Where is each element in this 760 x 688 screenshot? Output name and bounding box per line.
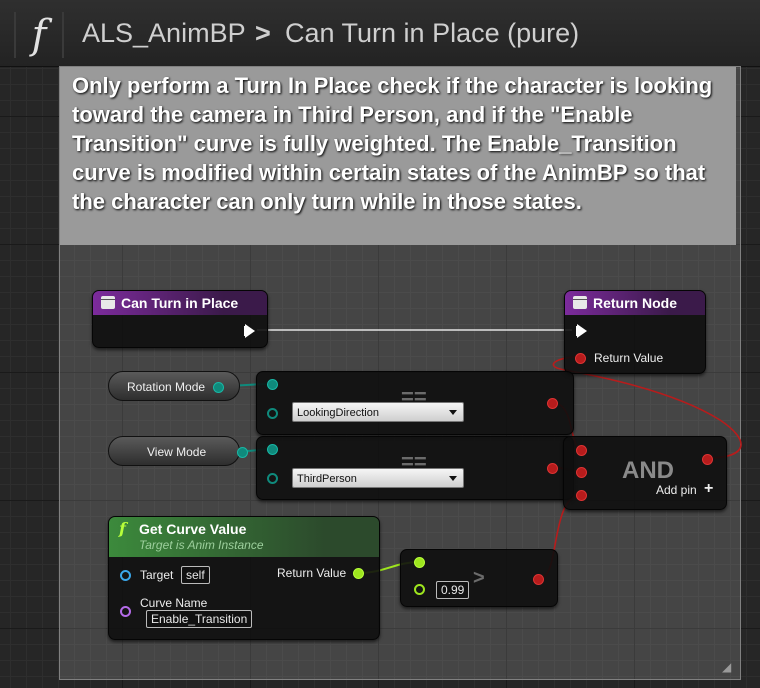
entry-node-header[interactable]: Can Turn in Place (93, 291, 267, 315)
greater-symbol: > (473, 567, 485, 589)
rotation-mode-label: Rotation Mode (127, 380, 206, 394)
target-pin[interactable] (120, 570, 131, 581)
equal1-out-pin[interactable] (547, 398, 558, 409)
equal-enum-node-2[interactable]: == ThirdPerson (256, 436, 574, 500)
curve-name-label: Curve Name (140, 596, 208, 610)
dropdown-arrow-icon (449, 410, 457, 415)
get-curve-value-node[interactable]: f Get Curve Value Target is Anim Instanc… (108, 516, 380, 640)
add-pin-plus-icon[interactable]: + (704, 480, 713, 498)
return-node-header[interactable]: Return Node (565, 291, 705, 315)
looking-direction-value: LookingDirection (297, 407, 379, 419)
view-mode-out-pin[interactable] (237, 447, 248, 458)
return-value-label: Return Value (594, 351, 664, 365)
curve-name-field[interactable]: Enable_Transition (146, 610, 253, 628)
view-mode-label: View Mode (147, 445, 207, 459)
target-self-field[interactable]: self (181, 566, 210, 584)
rotation-mode-out-pin[interactable] (213, 382, 224, 393)
and-label: AND (622, 457, 674, 484)
greater-float-node[interactable]: 0.99 > (400, 549, 558, 607)
threshold-field[interactable]: 0.99 (436, 581, 470, 599)
greater-a-pin[interactable] (414, 557, 425, 568)
looking-direction-dropdown[interactable]: LookingDirection (292, 402, 464, 422)
equal1-a-pin[interactable] (267, 379, 278, 390)
function-entry-icon (101, 296, 115, 309)
dropdown-arrow-icon (449, 476, 457, 481)
return-node[interactable]: Return Node Return Value (564, 290, 706, 374)
add-pin-label[interactable]: Add pin (656, 483, 697, 497)
equal1-b-pin[interactable] (267, 408, 278, 419)
exec-out-pin-icon[interactable] (244, 324, 255, 338)
third-person-dropdown[interactable]: ThirdPerson (292, 468, 464, 488)
pure-function-icon: f (119, 519, 126, 538)
target-label: Target (140, 568, 174, 582)
view-mode-variable[interactable]: View Mode (108, 436, 248, 466)
and-in-pin-2[interactable] (576, 467, 587, 478)
equal2-out-pin[interactable] (547, 463, 558, 474)
get-curve-value-subtitle: Target is Anim Instance (139, 538, 264, 552)
and-in-pin-1[interactable] (576, 445, 587, 456)
equal2-b-pin[interactable] (267, 473, 278, 484)
curve-name-pin[interactable] (120, 606, 131, 617)
and-boolean-node[interactable]: AND Add pin + (563, 436, 727, 510)
return-value-pin[interactable] (575, 353, 586, 364)
entry-node[interactable]: Can Turn in Place (92, 290, 268, 348)
exec-in-pin-icon[interactable] (576, 324, 587, 338)
and-out-pin[interactable] (702, 454, 713, 465)
third-person-value: ThirdPerson (297, 473, 357, 485)
rotation-mode-variable[interactable]: Rotation Mode (108, 371, 240, 401)
greater-out-pin[interactable] (533, 574, 544, 585)
return-node-title: Return Node (593, 295, 677, 311)
entry-node-title: Can Turn in Place (121, 295, 239, 311)
greater-b-pin[interactable] (414, 584, 425, 595)
get-curve-value-header[interactable]: f Get Curve Value Target is Anim Instanc… (109, 517, 379, 557)
return-value-out-pin[interactable] (353, 568, 364, 579)
function-result-icon (573, 296, 587, 309)
equal2-a-pin[interactable] (267, 444, 278, 455)
equal-enum-node-1[interactable]: == LookingDirection (256, 371, 574, 435)
and-in-pin-3[interactable] (576, 490, 587, 501)
return-value-out-label: Return Value (277, 566, 347, 580)
